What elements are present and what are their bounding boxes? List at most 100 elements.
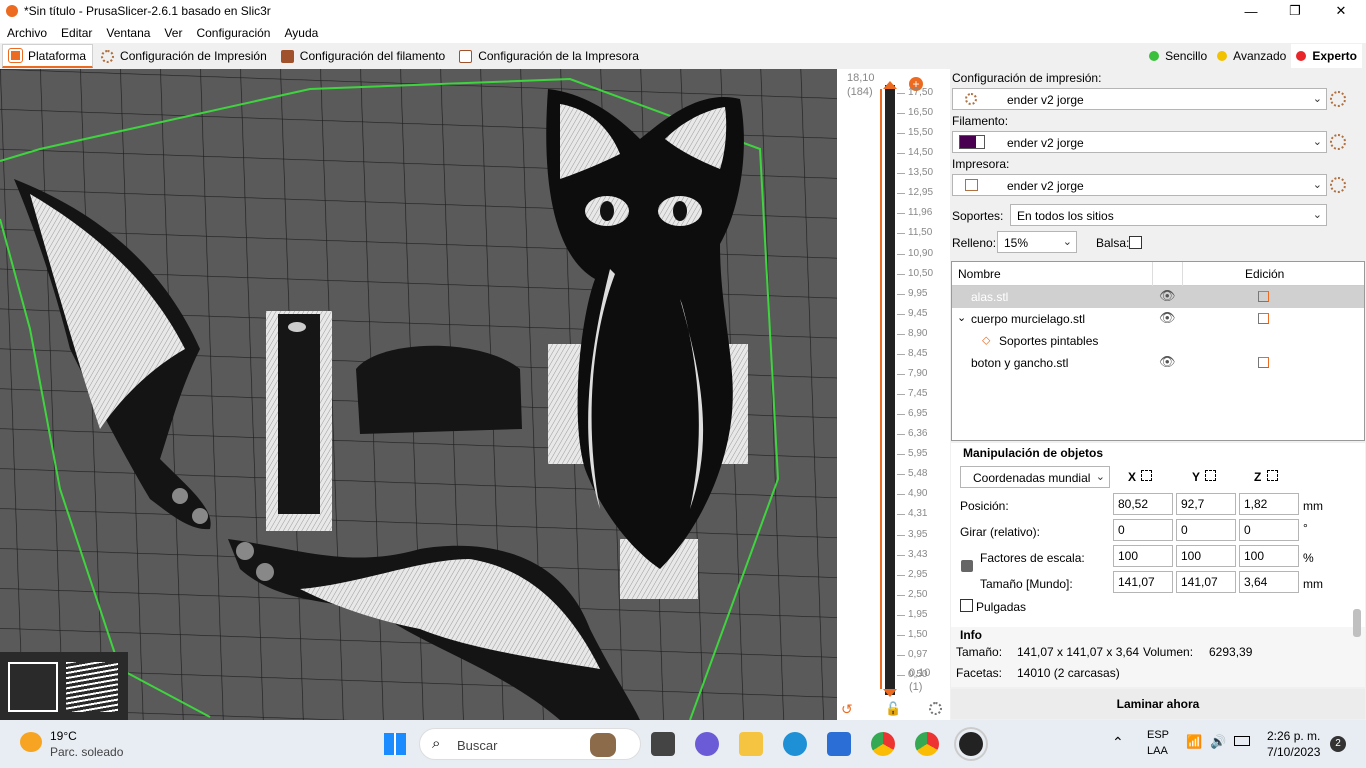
object-row-alas[interactable]: alas.stl 👁	[952, 286, 1364, 308]
lang-layout[interactable]: LAA	[1147, 745, 1168, 757]
menu-ver[interactable]: Ver	[164, 26, 182, 40]
filament-combo[interactable]: ender v2 jorge ⌄	[952, 131, 1327, 153]
undo-arrow-icon[interactable]: ↺	[841, 701, 853, 718]
rotate-y-input[interactable]: 0	[1176, 519, 1236, 541]
eye-icon[interactable]: 👁	[1159, 354, 1176, 370]
layer-tick-label: 10,50	[908, 267, 934, 279]
position-y-input[interactable]: 92,7	[1176, 493, 1236, 515]
brim-checkbox[interactable]	[1129, 236, 1142, 249]
battery-icon[interactable]	[1234, 736, 1250, 746]
minimize-button[interactable]: —	[1228, 0, 1274, 22]
tab-plataforma[interactable]: Plataforma	[2, 44, 94, 68]
layer-tick-mark	[897, 474, 905, 476]
preview-layers-icon[interactable]	[66, 662, 118, 712]
filament-color-swatch[interactable]	[959, 135, 985, 149]
lock-icon[interactable]: 🔓	[885, 701, 901, 717]
edit-icon[interactable]	[1258, 291, 1269, 302]
object-list: Nombre Edición alas.stl 👁 ⌄ cuerpo murci…	[951, 261, 1365, 441]
menu-editar[interactable]: Editar	[61, 26, 92, 40]
layer-slider-panel: 18,10 (184) + 17,50 16,50 15,50 14,50 13,50 1…	[837, 69, 950, 720]
volume-icon[interactable]: 🔊	[1210, 734, 1226, 750]
size-z-input[interactable]: 3,64	[1239, 571, 1299, 593]
scale-lock-icon[interactable]	[961, 560, 973, 572]
inches-checkbox[interactable]	[960, 599, 973, 612]
mode-expert[interactable]: Experto	[1291, 44, 1362, 68]
coord-system-combo[interactable]: Coordenadas mundial ⌄	[960, 466, 1110, 488]
edit-icon[interactable]	[1258, 357, 1269, 368]
layer-tick-mark	[897, 514, 905, 516]
position-x-input[interactable]: 80,52	[1113, 493, 1173, 515]
task-view-icon[interactable]	[651, 732, 675, 756]
tab-printer-settings[interactable]: Configuración de la Impresora	[453, 44, 645, 68]
scale-x-input[interactable]: 100	[1113, 545, 1173, 567]
col-name-header[interactable]: Nombre	[958, 267, 1001, 281]
taskbar-search[interactable]: ⌕ Buscar	[419, 728, 641, 760]
weather-desc[interactable]: Parc. soleado	[50, 745, 123, 759]
menu-ventana[interactable]: Ventana	[106, 26, 150, 40]
eye-icon[interactable]: 👁	[1159, 310, 1176, 326]
position-z-input[interactable]: 1,82	[1239, 493, 1299, 515]
printer-cog-icon[interactable]	[1330, 177, 1346, 193]
menu-archivo[interactable]: Archivo	[7, 26, 47, 40]
3d-view-icon[interactable]	[8, 662, 58, 712]
maximize-button[interactable]: ❐	[1272, 0, 1318, 22]
teams-chat-icon[interactable]	[695, 732, 719, 756]
tray-chevron-up-icon[interactable]: ⌃	[1112, 734, 1124, 751]
rotate-x-input[interactable]: 0	[1113, 519, 1173, 541]
wifi-icon[interactable]: 📶	[1186, 734, 1202, 750]
clock-time[interactable]: 2:26 p. m.	[1267, 729, 1320, 743]
layer-slider-track[interactable]	[885, 85, 895, 695]
scale-label: Factores de escala:	[980, 551, 1085, 565]
3d-viewport[interactable]	[0, 69, 837, 720]
clock-date[interactable]: 7/10/2023	[1267, 745, 1320, 759]
windows-start-icon[interactable]	[384, 733, 406, 755]
rotate-z-input[interactable]: 0	[1239, 519, 1299, 541]
object-row-cuerpo[interactable]: ⌄ cuerpo murcielago.stl 👁	[952, 308, 1364, 330]
tab-filament-settings[interactable]: Configuración del filamento	[275, 44, 451, 68]
slice-now-button[interactable]: Laminar ahora	[951, 689, 1365, 719]
object-row-boton[interactable]: boton y gancho.stl 👁	[952, 352, 1364, 374]
position-label: Posición:	[960, 499, 1009, 513]
lang-code[interactable]: ESP	[1147, 729, 1169, 741]
menu-ayuda[interactable]: Ayuda	[284, 26, 318, 40]
print-settings-combo[interactable]: ender v2 jorge ⌄	[952, 88, 1327, 110]
mode-advanced[interactable]: Avanzado	[1212, 44, 1291, 68]
layer-tick-mark	[897, 313, 905, 315]
chevron-down-icon[interactable]: ⌄	[957, 311, 966, 324]
size-y-input[interactable]: 141,07	[1176, 571, 1236, 593]
size-x-input[interactable]: 141,07	[1113, 571, 1173, 593]
tab-print-settings[interactable]: Configuración de Impresión	[95, 44, 273, 68]
eye-icon[interactable]: 👁	[1159, 288, 1176, 304]
scale-z-input[interactable]: 100	[1239, 545, 1299, 567]
scale-y-input[interactable]: 100	[1176, 545, 1236, 567]
drop-to-bed-icon[interactable]	[1141, 470, 1152, 481]
chevron-down-icon: ⌄	[1312, 179, 1322, 191]
edit-icon[interactable]	[1258, 313, 1269, 324]
manipulation-title: Manipulación de objetos	[963, 446, 1104, 460]
edge-browser-icon[interactable]	[783, 732, 807, 756]
sidebar-scrollbar[interactable]	[1353, 609, 1361, 637]
tab-label: Configuración del filamento	[299, 49, 446, 63]
supports-combo[interactable]: En todos los sitios ⌄	[1010, 204, 1327, 226]
printer-combo[interactable]: ender v2 jorge ⌄	[952, 174, 1327, 196]
weather-sun-icon[interactable]	[20, 732, 42, 752]
chrome-icon[interactable]	[871, 732, 895, 756]
infill-combo[interactable]: 15% ⌄	[997, 231, 1077, 253]
mode-simple[interactable]: Sencillo	[1144, 44, 1212, 68]
menu-configuracion[interactable]: Configuración	[196, 26, 270, 40]
chrome-profile-icon[interactable]	[915, 732, 939, 756]
close-button[interactable]: ✕	[1318, 0, 1364, 22]
settings-cog-icon[interactable]	[929, 702, 942, 715]
print-settings-cog-icon[interactable]	[1330, 91, 1346, 107]
drop-to-bed-icon[interactable]	[1205, 470, 1216, 481]
microsoft-store-icon[interactable]	[827, 732, 851, 756]
notification-badge[interactable]: 2	[1330, 736, 1346, 752]
layer-tick-label: 6,36	[908, 428, 928, 440]
weather-temp[interactable]: 19°C	[50, 729, 77, 743]
object-row-supports[interactable]: ⬦ Soportes pintables	[952, 330, 1364, 352]
col-edit-header[interactable]: Edición	[1245, 267, 1284, 281]
drop-to-bed-icon[interactable]	[1267, 470, 1278, 481]
filament-cog-icon[interactable]	[1330, 134, 1346, 150]
file-explorer-icon[interactable]	[739, 732, 763, 756]
prusaslicer-taskbar-icon[interactable]	[959, 732, 983, 756]
